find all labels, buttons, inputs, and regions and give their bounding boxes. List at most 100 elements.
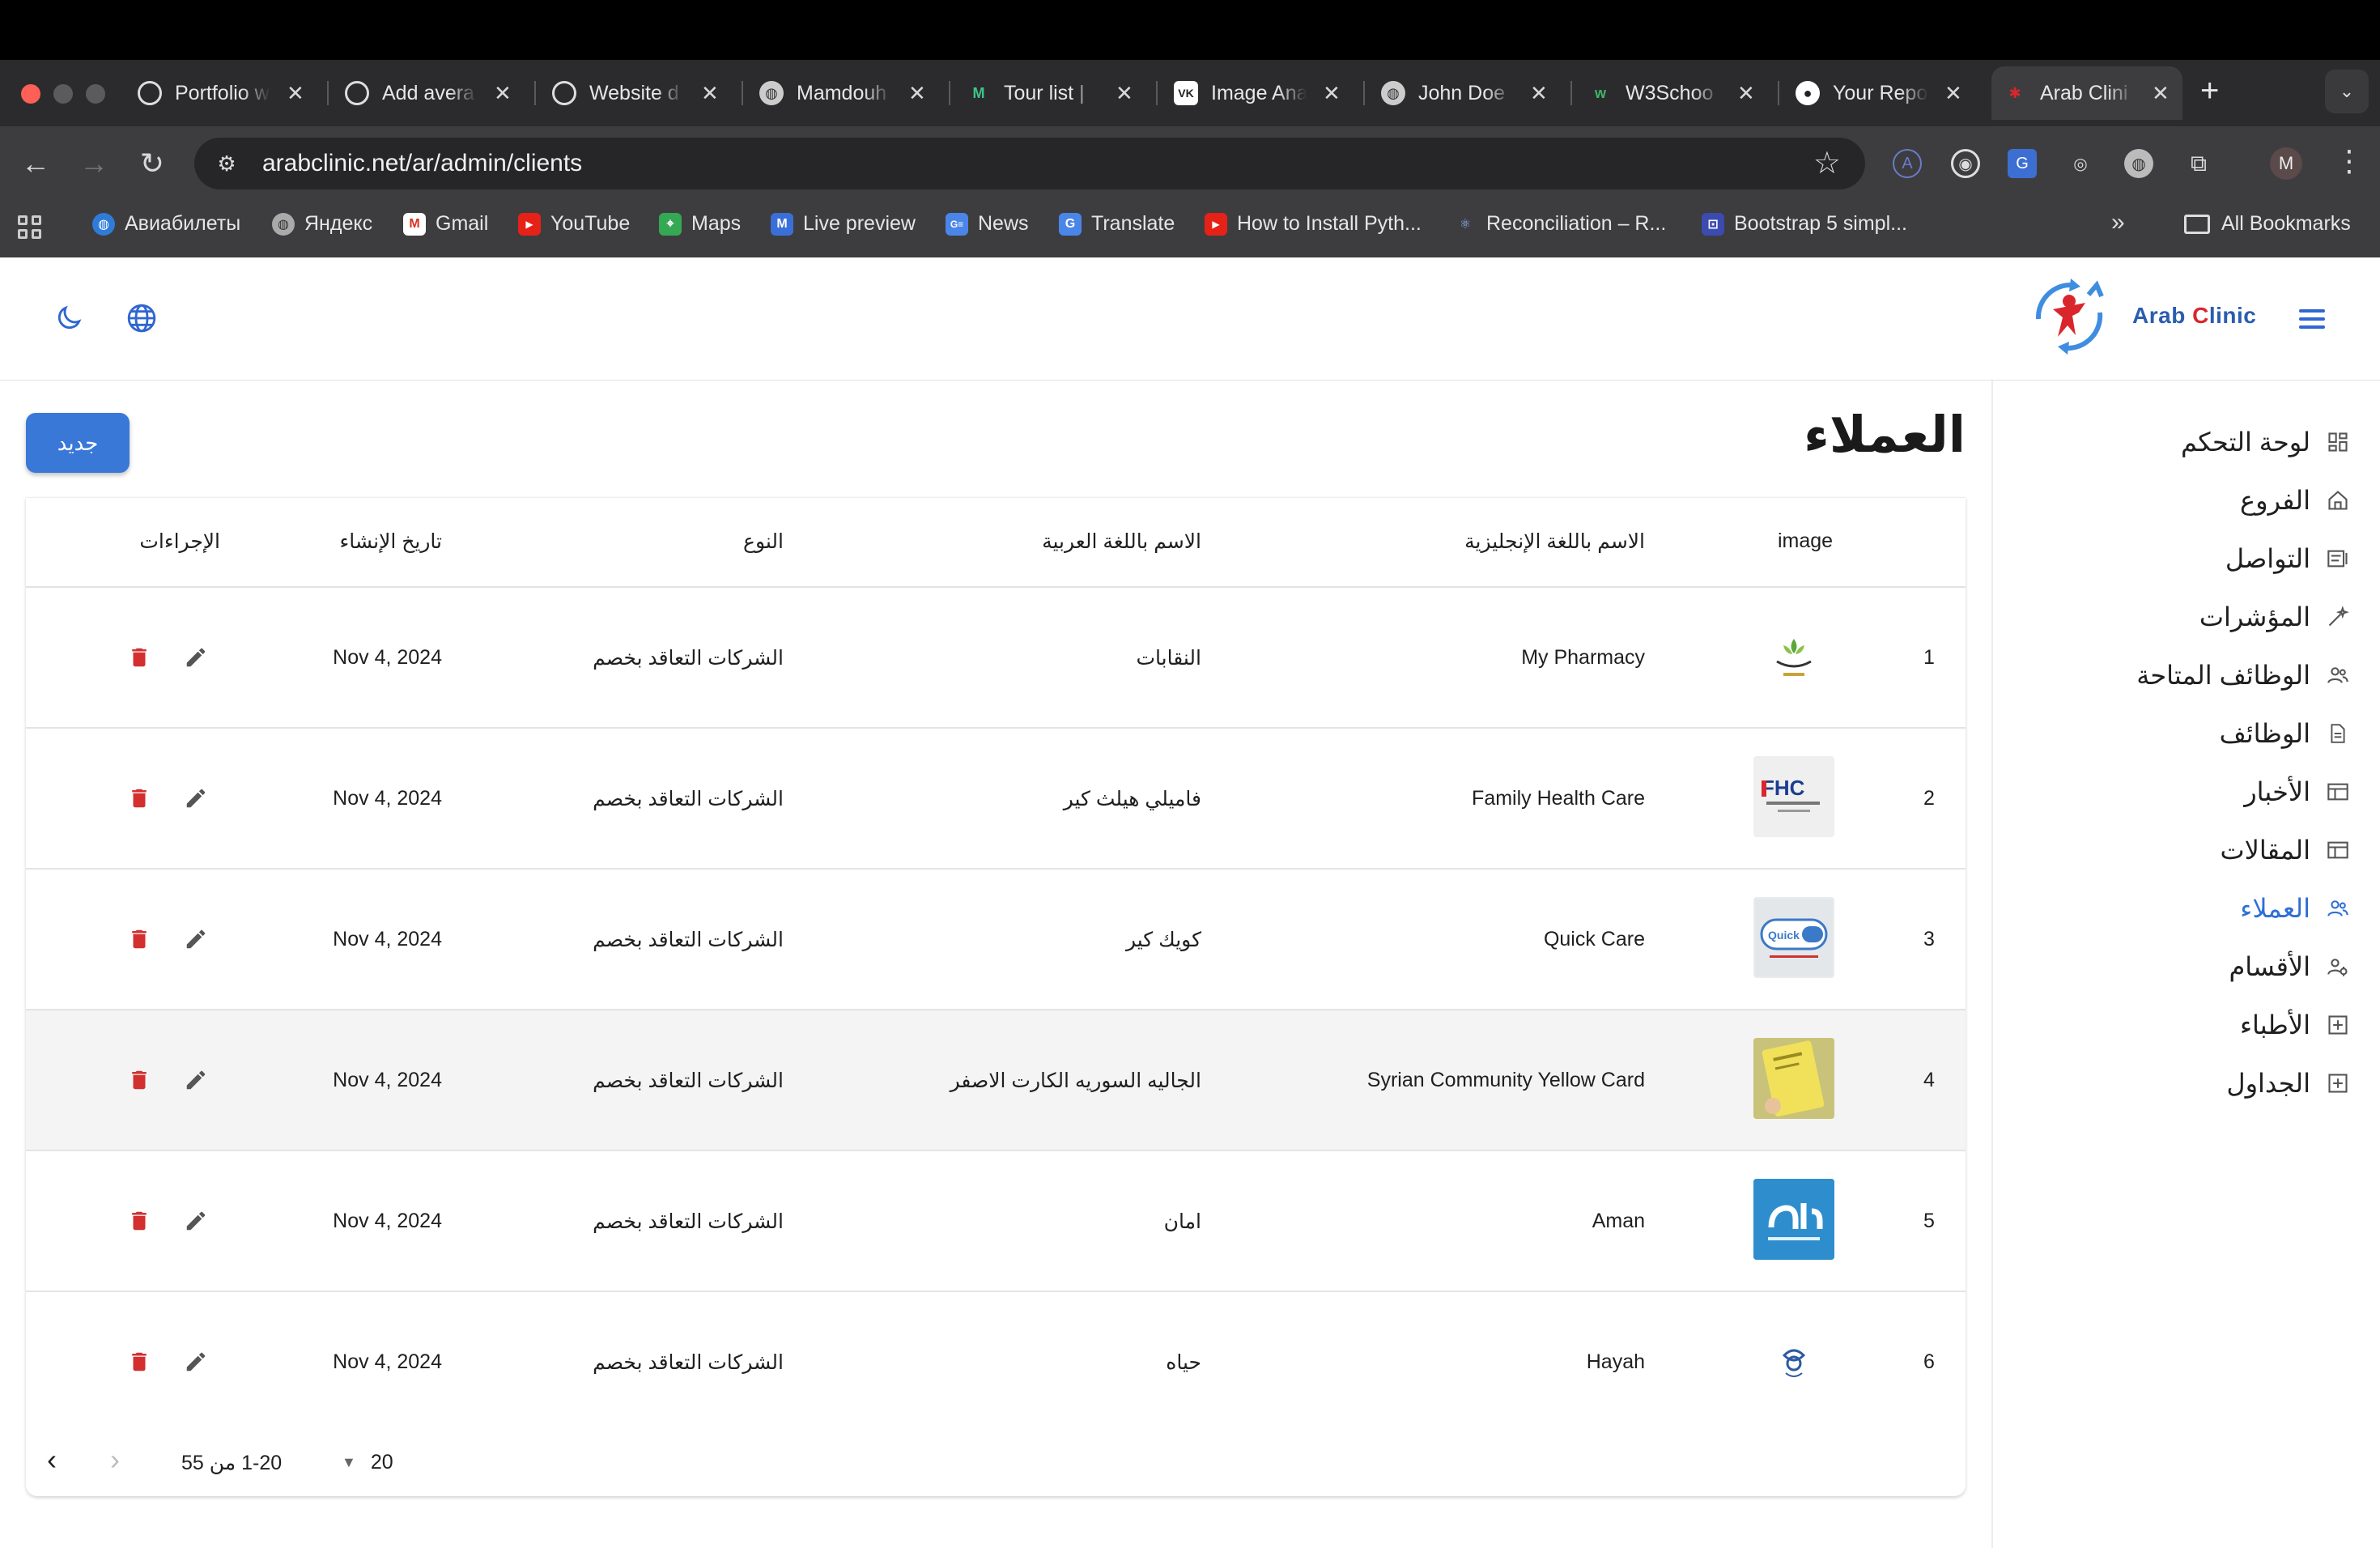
bookmark-item[interactable]: ◍ Яндекс xyxy=(272,212,372,236)
w3schools-icon: w xyxy=(1594,84,1606,101)
bookmark-label: Live preview xyxy=(803,212,916,235)
browser-tab[interactable]: ◍ John Doe ✕ xyxy=(1381,66,1548,120)
sidebar-item-available-jobs[interactable]: الوظائف المتاحة xyxy=(2136,651,2351,700)
sidebar-item-label: المؤشرات xyxy=(2199,602,2310,632)
close-tab-icon[interactable]: ✕ xyxy=(287,81,304,106)
incognito-extension-icon[interactable]: ◎ xyxy=(2066,149,2095,178)
back-arrow-icon[interactable]: ← xyxy=(16,144,55,183)
next-page-chevron-icon[interactable]: › xyxy=(110,1443,120,1477)
dark-mode-moon-icon[interactable] xyxy=(50,300,87,337)
browser-tab[interactable]: ◍ Mamdouh ✕ xyxy=(759,66,926,120)
bookmark-star-icon[interactable]: ☆ xyxy=(1813,147,1841,180)
forward-arrow-icon[interactable]: → xyxy=(74,144,113,183)
apps-grid-icon[interactable] xyxy=(18,215,42,240)
browser-tab[interactable]: M Tour list | ✕ xyxy=(967,66,1133,120)
close-tab-icon[interactable]: ✕ xyxy=(1116,81,1133,106)
puzzle-extensions-icon[interactable]: ⧉ xyxy=(2184,149,2213,178)
extension-target-icon[interactable]: ◉ xyxy=(1951,149,1980,178)
logo-emblem-icon xyxy=(2035,279,2104,355)
sidebar-item-schedules[interactable]: الجداول xyxy=(2226,1059,2351,1108)
language-globe-icon[interactable] xyxy=(123,300,160,337)
bookmark-item[interactable]: M Live preview xyxy=(771,212,916,236)
close-tab-icon[interactable]: ✕ xyxy=(494,81,512,106)
url-text[interactable]: arabclinic.net/ar/admin/clients xyxy=(262,150,582,177)
bookmark-label: Gmail xyxy=(436,212,489,235)
translate-extension-icon[interactable]: G xyxy=(2008,149,2037,178)
browser-tab-active[interactable]: ✱ Arab Clini ✕ xyxy=(1991,66,2182,120)
previous-page-chevron-icon[interactable]: ‹ xyxy=(47,1443,57,1477)
bookmark-item[interactable]: ◍ Авиабилеты xyxy=(92,212,240,236)
extension-a-icon[interactable]: A xyxy=(1893,149,1922,178)
delete-trash-icon[interactable] xyxy=(123,1346,155,1378)
bookmark-item[interactable]: ▶ YouTube xyxy=(518,212,630,236)
sidebar-item-branches[interactable]: الفروع xyxy=(2240,476,2351,525)
close-tab-icon[interactable]: ✕ xyxy=(1323,81,1341,106)
browser-tab[interactable]: ● Your Repo ✕ xyxy=(1796,66,1962,120)
all-bookmarks-button[interactable]: All Bookmarks xyxy=(2184,212,2351,236)
bookmark-item[interactable]: G≡ News xyxy=(946,212,1029,236)
sidebar-item-departments[interactable]: الأقسام xyxy=(2229,942,2351,991)
more-bookmarks-chevron-icon[interactable]: » xyxy=(2111,209,2125,236)
new-tab-plus-icon[interactable]: + xyxy=(2200,74,2219,107)
browser-tab[interactable]: w W3Schoo ✕ xyxy=(1588,66,1755,120)
close-tab-icon[interactable]: ✕ xyxy=(1737,81,1755,106)
edit-pencil-icon[interactable] xyxy=(180,641,212,674)
close-tab-icon[interactable]: ✕ xyxy=(1944,81,1962,106)
edit-pencil-icon[interactable] xyxy=(180,1205,212,1237)
site-info-icon[interactable]: ⚙ xyxy=(212,149,241,178)
hamburger-menu-icon[interactable] xyxy=(2296,306,2328,332)
bookmark-item[interactable]: ⊡ Bootstrap 5 simpl... xyxy=(1702,212,1907,236)
sidebar-item-dashboard[interactable]: لوحة التحكم xyxy=(2181,418,2351,466)
openai-icon xyxy=(552,81,576,105)
browser-tab[interactable]: Add avera ✕ xyxy=(345,66,512,120)
sidebar-item-contact[interactable]: التواصل xyxy=(2225,534,2351,583)
edit-pencil-icon[interactable] xyxy=(180,1064,212,1096)
delete-trash-icon[interactable] xyxy=(123,1064,155,1096)
address-bar[interactable]: ⚙ arabclinic.net/ar/admin/clients ☆ xyxy=(194,138,1865,189)
browser-tab[interactable]: VK Image Ana ✕ xyxy=(1174,66,1341,120)
globe-extension-icon[interactable]: ◍ xyxy=(2124,149,2153,178)
edit-pencil-icon[interactable] xyxy=(180,782,212,814)
bookmark-item[interactable]: G Translate xyxy=(1059,212,1175,236)
sidebar-item-indicators[interactable]: المؤشرات xyxy=(2199,593,2351,641)
home-icon xyxy=(2325,487,2351,513)
gmail-icon: M xyxy=(403,212,426,236)
minimize-window-dot[interactable] xyxy=(53,84,73,104)
youtube-icon: ▶ xyxy=(1205,212,1227,236)
edit-pencil-icon[interactable] xyxy=(180,923,212,955)
reload-icon[interactable]: ↻ xyxy=(133,144,172,183)
client-logo-quick-care: Quick xyxy=(1753,897,1834,978)
close-tab-icon[interactable]: ✕ xyxy=(701,81,719,106)
close-window-dot[interactable] xyxy=(21,84,40,104)
delete-trash-icon[interactable] xyxy=(123,782,155,814)
bookmark-item[interactable]: ⚛ Reconciliation – R... xyxy=(1454,212,1667,236)
delete-trash-icon[interactable] xyxy=(123,641,155,674)
sidebar-item-news[interactable]: الأخبار xyxy=(2244,768,2351,816)
profile-avatar[interactable]: M xyxy=(2270,147,2302,180)
sidebar-item-jobs[interactable]: الوظائف xyxy=(2220,709,2351,758)
arab-clinic-logo[interactable]: Arab Clinic xyxy=(2022,270,2265,361)
sidebar-item-doctors[interactable]: الأطباء xyxy=(2240,1001,2351,1049)
sidebar-item-label: الأطباء xyxy=(2239,1010,2310,1040)
bookmark-item[interactable]: M Gmail xyxy=(403,212,488,236)
edit-pencil-icon[interactable] xyxy=(180,1346,212,1378)
delete-trash-icon[interactable] xyxy=(123,923,155,955)
new-client-button[interactable]: جديد xyxy=(26,413,130,473)
delete-trash-icon[interactable] xyxy=(123,1205,155,1237)
bookmark-item[interactable]: ⌖ Maps xyxy=(659,212,741,236)
tab-search-chevron-icon[interactable]: ⌄ xyxy=(2325,70,2369,113)
sidebar-item-clients[interactable]: العملاء xyxy=(2240,884,2351,933)
rows-per-page-select[interactable]: ▼ 20 xyxy=(342,1451,393,1474)
close-tab-icon[interactable]: ✕ xyxy=(1530,81,1548,106)
maximize-window-dot[interactable] xyxy=(86,84,105,104)
browser-tab[interactable]: Portfolio w ✕ xyxy=(138,66,304,120)
close-tab-icon[interactable]: ✕ xyxy=(908,81,926,106)
close-tab-icon[interactable]: ✕ xyxy=(2152,81,2170,106)
browser-menu-icon[interactable]: ⋮ xyxy=(2335,144,2364,178)
folder-icon xyxy=(2184,214,2210,234)
bookmark-item[interactable]: ▶ How to Install Pyth... xyxy=(1205,212,1422,236)
browser-tab[interactable]: Website d ✕ xyxy=(552,66,719,120)
sidebar-item-articles[interactable]: المقالات xyxy=(2221,826,2351,874)
table-row xyxy=(26,729,1966,870)
client-created-date: Nov 4, 2024 xyxy=(333,1210,442,1232)
